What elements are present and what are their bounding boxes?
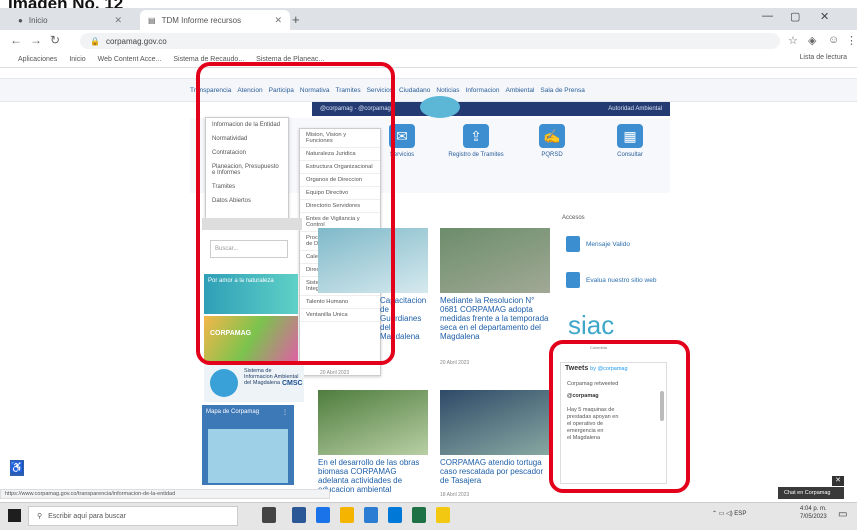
- browser-tab-active[interactable]: ▤ TDM Informe recursos ✕: [140, 10, 290, 30]
- star-icon[interactable]: ☆: [788, 34, 798, 47]
- new-tab-icon[interactable]: +: [292, 12, 300, 27]
- browser-tab[interactable]: ● Inicio ✕: [10, 10, 130, 30]
- clock[interactable]: 4:04 p. m. 7/05/2023: [800, 505, 827, 521]
- url-text: corpamag.gov.co: [105, 36, 167, 46]
- access-link-label: Mensaje Valido: [586, 240, 630, 248]
- minimize-icon[interactable]: —: [762, 10, 773, 22]
- extensions-icon[interactable]: ◈: [808, 34, 816, 47]
- tab-title: Inicio: [28, 15, 48, 25]
- clock-date: 7/05/2023: [800, 514, 827, 520]
- news-title[interactable]: CORPAMAG atendio tortuga caso rescatada …: [440, 458, 550, 485]
- cmsc-logo[interactable]: CMSC: [282, 380, 303, 387]
- nav-item[interactable]: Ambiental: [506, 87, 535, 94]
- bookmark-item[interactable]: Web Content Acce...: [98, 56, 162, 63]
- reading-list[interactable]: Lista de lectura: [800, 54, 847, 61]
- close-icon[interactable]: ✕: [114, 15, 122, 26]
- news-date: 20 Abril 2023: [320, 370, 350, 376]
- nav-item[interactable]: Sala de Prensa: [540, 87, 584, 94]
- app-icon[interactable]: [436, 507, 450, 523]
- chat-icon: ✍: [539, 124, 565, 148]
- news-image[interactable]: [318, 390, 428, 455]
- windows-start-icon[interactable]: [8, 509, 21, 522]
- map-image[interactable]: [208, 429, 288, 483]
- quick-link-label: PQRSD: [541, 152, 563, 158]
- siac-logo[interactable]: siac: [568, 310, 614, 341]
- siam-logo-icon: [210, 369, 238, 397]
- quick-link-label: Consultar: [617, 152, 643, 158]
- highlight-box-menu: [196, 62, 395, 365]
- profile-icon[interactable]: ☺: [828, 34, 839, 46]
- bookmarks-bar: Aplicaciones Inicio Web Content Acce... …: [0, 52, 857, 68]
- nav-item[interactable]: Noticias: [436, 87, 459, 94]
- lock-icon: 🔒: [90, 36, 100, 46]
- quick-link[interactable]: ⇪ Registro de Tramites: [446, 124, 506, 158]
- status-url: https://www.corpamag.gov.co/transparenci…: [0, 489, 330, 499]
- bookmark-item[interactable]: Inicio: [69, 56, 85, 63]
- news-date: 18 Abril 2023: [440, 492, 470, 498]
- clock-time: 4:04 p. m.: [800, 506, 827, 512]
- bookmark-apps[interactable]: Aplicaciones: [18, 56, 57, 63]
- word-icon[interactable]: [364, 507, 378, 523]
- chat-button[interactable]: Chat en Corpamag: [778, 487, 844, 499]
- excel-icon[interactable]: [412, 507, 426, 523]
- drop-icon: [566, 236, 580, 252]
- close-icon[interactable]: ✕: [274, 15, 282, 26]
- news-title[interactable]: En el desarrollo de las obras biomasa CO…: [318, 458, 428, 494]
- survey-icon: [566, 272, 580, 288]
- globe-icon: ●: [18, 15, 23, 25]
- close-icon[interactable]: ✕: [832, 476, 844, 486]
- access-link-label: Evalua nuestro sitio web: [586, 276, 657, 284]
- quick-link[interactable]: ✍ PQRSD: [522, 124, 582, 158]
- access-link[interactable]: Mensaje Valido: [566, 236, 630, 252]
- edge-icon[interactable]: [388, 507, 402, 523]
- highlight-box-tweets: [549, 340, 690, 493]
- corpamag-logo[interactable]: [420, 96, 460, 118]
- news-image[interactable]: [440, 390, 550, 455]
- news-date: 20 Abril 2023: [440, 360, 470, 366]
- upload-icon: ⇪: [463, 124, 489, 148]
- tab-title: TDM Informe recursos: [161, 15, 242, 25]
- close-window-icon[interactable]: ✕: [820, 10, 829, 23]
- quick-link[interactable]: ▦ Consultar: [600, 124, 660, 158]
- grid-icon: ▦: [617, 124, 643, 148]
- maximize-icon[interactable]: ▢: [790, 10, 800, 23]
- accessibility-icon[interactable]: ♿: [10, 460, 24, 476]
- chrome-icon[interactable]: [340, 507, 354, 523]
- menu-icon[interactable]: ⋮: [846, 34, 857, 47]
- nav-item[interactable]: Ciudadano: [399, 87, 430, 94]
- map-widget[interactable]: Mapa de Corpamag ⋮: [202, 405, 294, 485]
- task-view-icon[interactable]: [262, 507, 276, 523]
- search-icon: ⚲: [37, 513, 43, 520]
- news-title[interactable]: Mediante la Resolucion N° 0681 CORPAMAG …: [440, 296, 550, 341]
- nav-item[interactable]: Informacion: [466, 87, 500, 94]
- news-image[interactable]: [440, 228, 550, 293]
- notification-icon[interactable]: ▭: [838, 509, 847, 520]
- access-link[interactable]: Evalua nuestro sitio web: [566, 272, 656, 288]
- share-icon[interactable]: ⋮: [282, 409, 288, 416]
- taskbar-search-placeholder: Escribir aquí para buscar: [48, 512, 126, 520]
- map-widget-title: Mapa de Corpamag: [206, 409, 260, 415]
- app-icon[interactable]: [316, 507, 330, 523]
- forward-icon[interactable]: →: [30, 33, 42, 47]
- back-icon[interactable]: ←: [10, 33, 22, 47]
- reload-icon[interactable]: ↻: [50, 33, 60, 47]
- system-tray[interactable]: ⌃ ▭ ◁) ESP: [712, 510, 746, 517]
- quick-link-label: Registro de Tramites: [448, 152, 504, 158]
- app-icon[interactable]: [292, 507, 306, 523]
- address-bar[interactable]: 🔒 corpamag.gov.co: [80, 33, 780, 49]
- access-heading: Accesos: [562, 215, 585, 221]
- doc-icon: ▤: [148, 15, 156, 25]
- taskbar-search[interactable]: ⚲ Escribir aquí para buscar: [28, 506, 238, 526]
- banner-tagline: Autoridad Ambiental: [608, 106, 662, 112]
